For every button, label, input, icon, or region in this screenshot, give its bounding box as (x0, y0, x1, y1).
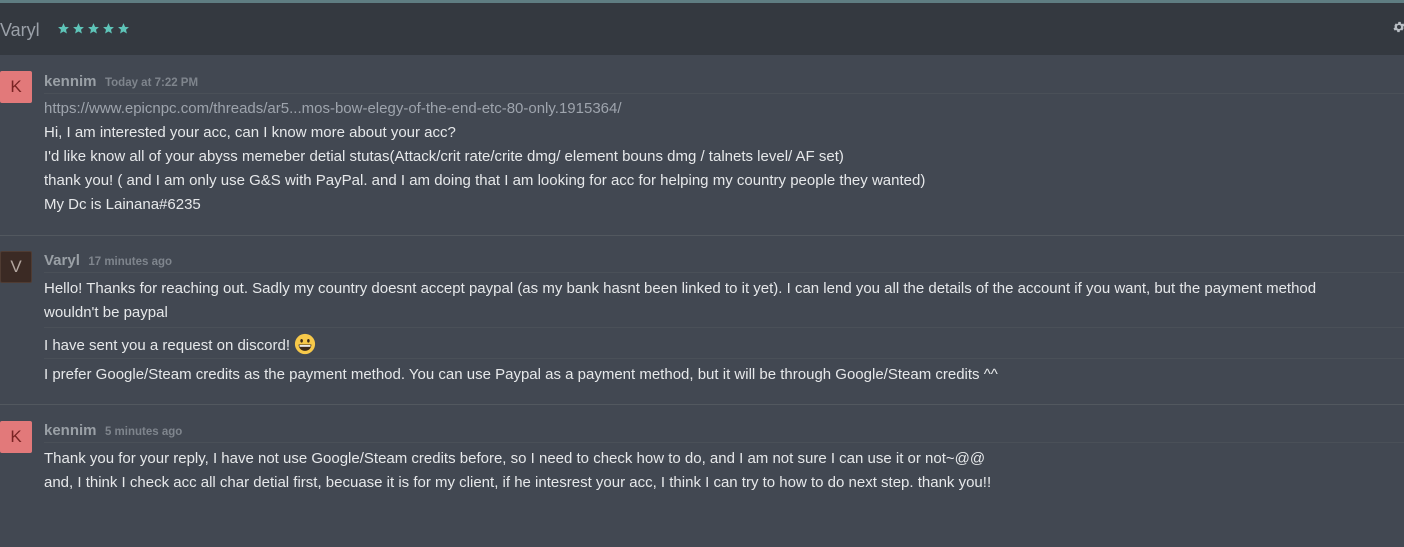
timestamp: 5 minutes ago (104, 426, 183, 438)
author-name[interactable]: kennim (44, 73, 97, 90)
star-icon (103, 23, 114, 34)
message-text: I'd like know all of your abyss memeber … (44, 148, 844, 165)
message-text: My Dc is Lainana#6235 (44, 196, 201, 213)
divider (44, 327, 1404, 328)
avatar[interactable]: V (0, 251, 32, 283)
avatar[interactable]: K (0, 71, 32, 103)
divider (44, 93, 1404, 94)
message-divider (0, 235, 1404, 236)
message-text: Thank you for your reply, I have not use… (44, 450, 986, 467)
divider (44, 358, 1404, 359)
star-icon (88, 23, 99, 34)
message-divider (0, 404, 1404, 405)
author-name[interactable]: Varyl (44, 252, 80, 269)
message-text: thank you! ( and I am only use G&S with … (44, 172, 926, 189)
rating-stars (57, 22, 130, 35)
star-icon (118, 23, 129, 34)
divider (44, 272, 1404, 273)
message-text: Hi, I am interested your acc, can I know… (44, 124, 456, 141)
message-meta: kennim 5 minutes ago (44, 422, 182, 440)
author-name[interactable]: kennim (44, 422, 97, 439)
avatar-letter: K (10, 77, 22, 96)
message-text: Hello! Thanks for reaching out. Sadly my… (44, 280, 1317, 297)
header-username[interactable]: Varyl (0, 20, 40, 41)
message-text-with-emoji: I have sent you a request on discord! (44, 333, 316, 357)
avatar-letter: V (10, 257, 22, 276)
message-text: and, I think I check acc all char detial… (44, 474, 992, 491)
conversation-header: Varyl (0, 3, 1404, 55)
star-icon (58, 23, 69, 34)
message-text: I have sent you a request on discord! (44, 336, 290, 354)
avatar[interactable]: K (0, 421, 32, 453)
message-text: wouldn't be paypal (44, 304, 168, 321)
message-link[interactable]: https://www.epicnpc.com/threads/ar5...mo… (44, 100, 622, 117)
avatar-letter: K (10, 427, 22, 446)
grinning-face-emoji-icon (294, 333, 316, 355)
timestamp: Today at 7:22 PM (104, 77, 199, 89)
message-meta: Varyl 17 minutes ago (44, 252, 172, 270)
star-icon (73, 23, 84, 34)
timestamp: 17 minutes ago (88, 256, 173, 268)
gear-icon[interactable] (1392, 20, 1404, 34)
message-text: I prefer Google/Steam credits as the pay… (44, 366, 998, 383)
message-meta: kennim Today at 7:22 PM (44, 73, 198, 91)
divider (44, 442, 1404, 443)
